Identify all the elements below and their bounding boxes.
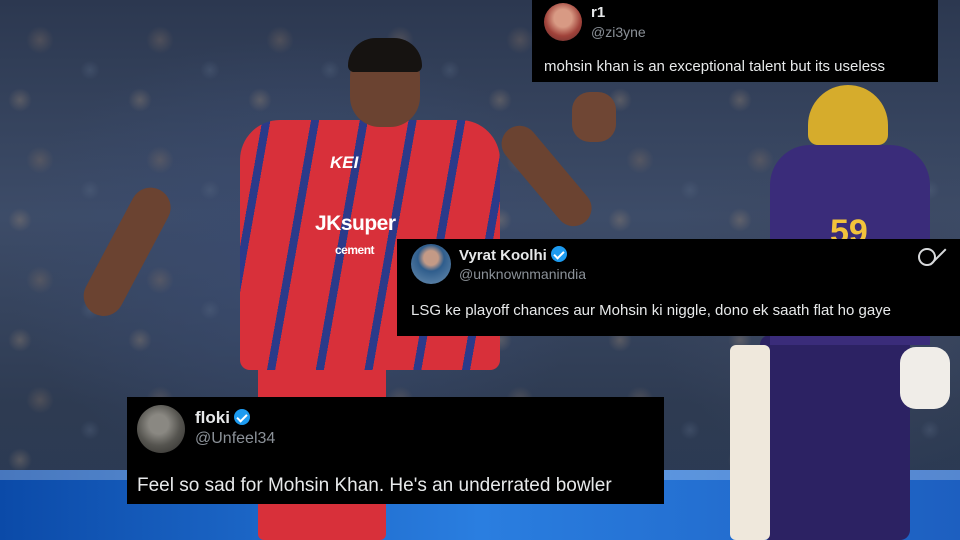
bowler-fist: [572, 92, 616, 142]
jersey-sponsor-main: JKsuper: [315, 212, 396, 235]
tweet-author-name[interactable]: r1: [591, 4, 605, 21]
verified-badge-icon: [550, 246, 567, 262]
jersey-top-logo: KEI: [330, 153, 359, 172]
avatar[interactable]: [411, 244, 451, 284]
verified-badge-icon: [233, 409, 250, 425]
author-name-text[interactable]: Vyrat Koolhi: [459, 247, 547, 264]
tweet-card-vyrat[interactable]: Vyrat Koolhi @unknownmanindia LSG ke pla…: [397, 239, 960, 336]
tweet-card-r1[interactable]: r1 @zi3yne mohsin khan is an exceptional…: [532, 0, 938, 82]
tweet-author-handle[interactable]: @unknownmanindia: [459, 266, 586, 282]
batsman-glove: [900, 347, 950, 409]
avatar[interactable]: [544, 3, 582, 41]
tweet-author-handle[interactable]: @Unfeel34: [195, 430, 275, 448]
tweet-text: Feel so sad for Mohsin Khan. He's an und…: [137, 475, 612, 496]
avatar[interactable]: [137, 405, 185, 453]
jersey-sponsor: JKsuper cement: [315, 212, 396, 260]
tweet-author-handle[interactable]: @zi3yne: [591, 24, 646, 40]
tweet-card-floki[interactable]: floki @Unfeel34 Feel so sad for Mohsin K…: [127, 397, 664, 504]
tweet-author-name[interactable]: floki: [195, 408, 250, 428]
bowler-hair: [348, 38, 422, 72]
tweet-text: mohsin khan is an exceptional talent but…: [544, 58, 886, 75]
tweet-author-name[interactable]: Vyrat Koolhi: [459, 246, 567, 264]
jersey-sponsor-sub: cement: [335, 243, 375, 257]
grok-icon[interactable]: [918, 248, 936, 266]
tweet-text: LSG ke playoff chances aur Mohsin ki nig…: [411, 302, 892, 319]
author-name-text[interactable]: floki: [195, 408, 230, 427]
batsman-helmet: [808, 85, 888, 145]
batsman-trousers: [760, 335, 910, 540]
batsman-pad: [730, 345, 770, 540]
